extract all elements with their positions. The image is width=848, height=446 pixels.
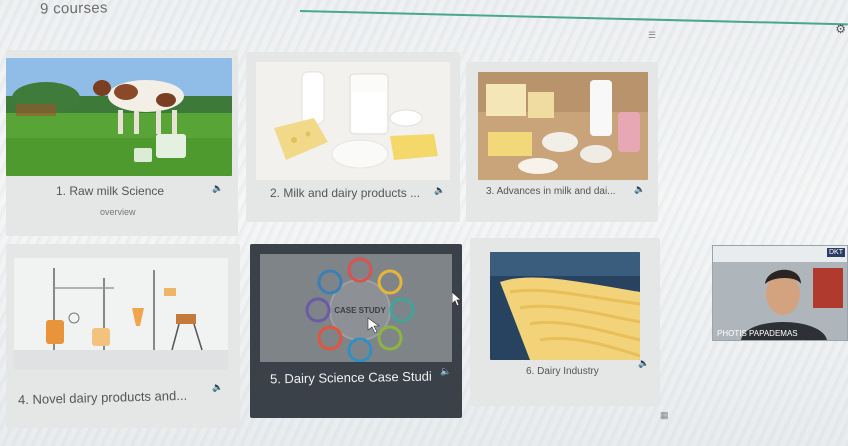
course-thumbnail-4 (14, 258, 228, 370)
course-title-5[interactable]: 5. Dairy Science Case Studi (270, 369, 432, 387)
course-title-3[interactable]: 3. Advances in milk and dai... (486, 186, 616, 197)
course-thumbnail-5: CASE STUDY (260, 254, 452, 362)
course-thumbnail-1 (6, 58, 232, 176)
accent-divider (299, 10, 848, 26)
course-thumbnail-6 (490, 252, 640, 360)
gear-icon[interactable]: ⚙ (835, 22, 846, 36)
speaker-icon[interactable]: 🔈 (440, 366, 451, 377)
speaker-icon[interactable]: 🔈 (212, 382, 223, 393)
course-card-2[interactable]: 2. Milk and dairy products ... 🔈 (246, 52, 460, 222)
course-title-4[interactable]: 4. Novel dairy products and... (18, 388, 187, 407)
course-card-4[interactable]: 4. Novel dairy products and... 🔈 (6, 244, 240, 428)
speaker-icon[interactable]: 🔈 (634, 184, 645, 195)
section-title: 9 courses (39, 0, 108, 18)
video-call-overlay[interactable]: DKT PHOTIS PAPADEMAS (712, 245, 848, 341)
course-card-3[interactable]: 3. Advances in milk and dai... 🔈 (466, 62, 658, 222)
course-title-2[interactable]: 2. Milk and dairy products ... (270, 186, 420, 200)
course-thumbnail-3 (478, 72, 648, 180)
speaker-icon[interactable]: 🔈 (212, 183, 223, 194)
top-bar: 9 courses ⚙ (0, 0, 848, 36)
menu-icon[interactable]: ☰ (648, 30, 656, 41)
participant-name: PHOTIS PAPADEMAS (717, 329, 798, 338)
course-thumbnail-2 (256, 62, 450, 180)
course-subtitle-1: overview (100, 207, 136, 217)
speaker-icon[interactable]: 🔈 (434, 185, 445, 196)
speaker-icon[interactable]: 🔈 (638, 358, 649, 369)
course-title-1[interactable]: 1. Raw milk Science (56, 184, 164, 198)
mouse-cursor-icon (451, 291, 463, 311)
participant-avatar (713, 262, 847, 340)
course-card-1[interactable]: 1. Raw milk Science 🔈 overview (6, 50, 238, 236)
calendar-icon[interactable]: ▦ (660, 410, 669, 421)
course-card-5[interactable]: CASE STUDY 5. Dairy Science Case Studi 🔈 (250, 244, 462, 418)
course-title-6[interactable]: 6. Dairy Industry (526, 366, 599, 377)
case-study-text: CASE STUDY (334, 306, 386, 315)
course-card-6[interactable]: 6. Dairy Industry 🔈 (470, 238, 660, 406)
